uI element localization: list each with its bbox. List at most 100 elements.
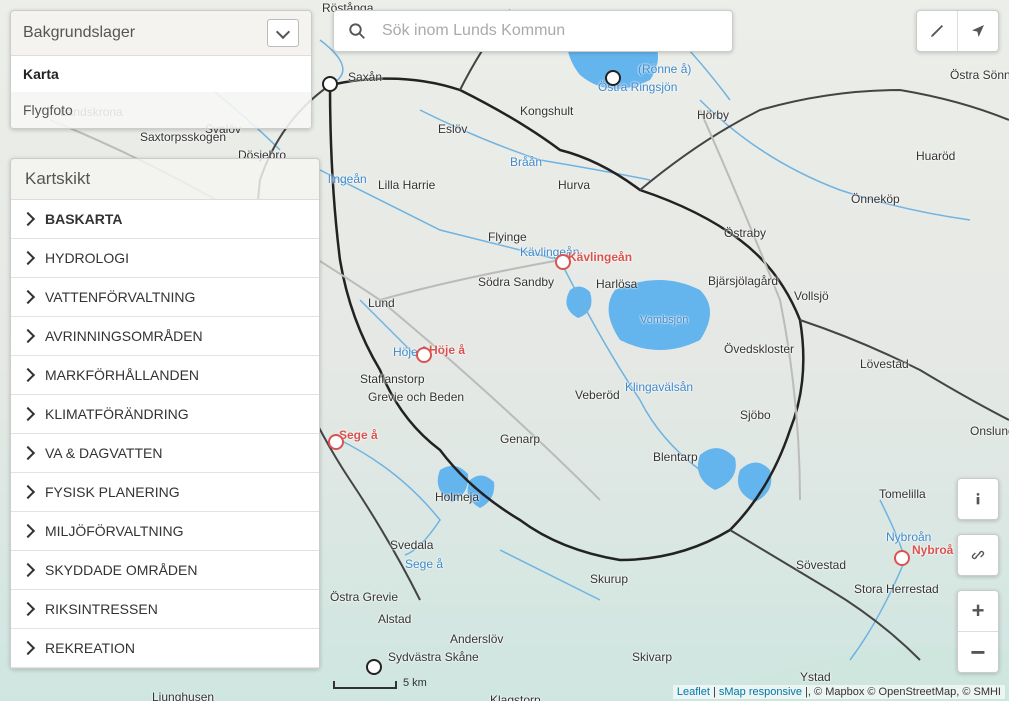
map-label: Östra Sönnarslöv: [950, 68, 1009, 82]
map-label: Eslöv: [438, 122, 467, 136]
attribution-rest: |, © Mapbox © OpenStreetMap, © SMHI: [805, 686, 1001, 698]
layer-label: MARKFÖRHÅLLANDEN: [45, 367, 199, 383]
layer-row[interactable]: KLIMATFÖRÄNDRING: [11, 395, 319, 434]
map-label: Östra Grevie: [330, 590, 398, 604]
edit-button[interactable]: [917, 11, 957, 51]
map-label: Kongshult: [520, 104, 573, 118]
map-label: Ystad: [800, 670, 831, 684]
map-label: Blentarp: [653, 450, 698, 464]
map-label: Veberöd: [575, 388, 620, 402]
map-label: Övedskloster: [724, 342, 794, 356]
background-option-karta[interactable]: Karta: [11, 56, 311, 92]
search-icon: [348, 22, 366, 40]
map-label: Östraby: [724, 226, 766, 240]
info-icon: [970, 491, 986, 507]
map-marker[interactable]: [555, 254, 571, 270]
background-layers-title: Bakgrundslager: [23, 24, 135, 42]
search-input[interactable]: [380, 21, 718, 41]
map-marker[interactable]: [416, 347, 432, 363]
chevron-down-icon: [276, 24, 290, 38]
layer-row[interactable]: FYSISK PLANERING: [11, 473, 319, 512]
map-label: Sege å: [339, 428, 378, 442]
map-marker[interactable]: [328, 434, 344, 450]
map-label: Klagstorp: [490, 693, 541, 701]
map-label: Huaröd: [916, 149, 955, 163]
map-label: Staffanstorp: [360, 372, 425, 386]
map-label: Grevie och Beden: [368, 390, 464, 404]
map-marker[interactable]: [894, 550, 910, 566]
map-label: Södra Sandby: [478, 275, 554, 289]
background-layers-options: KartaFlygfoto: [11, 56, 311, 128]
map-label: Sövestad: [796, 558, 846, 572]
layer-label: MILJÖFÖRVALTNING: [45, 523, 183, 539]
info-button[interactable]: [958, 479, 998, 519]
chevron-right-icon: [21, 368, 35, 382]
map-label: lingeån: [328, 172, 367, 186]
zoom-toolbox: + −: [957, 590, 999, 673]
map-layers-header: Kartskikt: [11, 159, 319, 200]
map-label: Sjöbo: [740, 408, 771, 422]
map-label: Bjärsjölagård: [708, 274, 778, 288]
chevron-right-icon: [21, 602, 35, 616]
map-label: Sege å: [405, 557, 443, 571]
top-toolbox: [916, 10, 999, 52]
chevron-right-icon: [21, 563, 35, 577]
layer-label: SKYDDADE OMRÅDEN: [45, 562, 197, 578]
background-layers-panel: Bakgrundslager KartaFlygfoto: [10, 10, 312, 129]
map-layers-panel: Kartskikt BASKARTA HYDROLOGI VATTENFÖRVALT…: [10, 158, 320, 669]
layer-row[interactable]: SKYDDADE OMRÅDEN: [11, 551, 319, 590]
attribution-leaflet-link[interactable]: Leaflet: [677, 686, 710, 698]
map-label: Nybroån: [886, 530, 931, 544]
layer-label: REKREATION: [45, 640, 135, 656]
map-label: Kävlingeån: [568, 250, 632, 264]
map-layers-title: Kartskikt: [25, 169, 90, 189]
background-option-flygfoto[interactable]: Flygfoto: [11, 92, 311, 128]
chevron-right-icon: [21, 446, 35, 460]
layer-label: HYDROLOGI: [45, 250, 129, 266]
map-label: Anderslöv: [450, 632, 503, 646]
link-button[interactable]: [958, 535, 998, 575]
map-label: Svedala: [390, 538, 433, 552]
map-label: Tomelilla: [879, 487, 926, 501]
layer-row[interactable]: AVRINNINGSOMRÅDEN: [11, 317, 319, 356]
chevron-right-icon: [21, 485, 35, 499]
map-label: Lövestad: [860, 357, 909, 371]
layer-row[interactable]: MARKFÖRHÅLLANDEN: [11, 356, 319, 395]
info-toolbox: [957, 478, 999, 520]
zoom-out-button[interactable]: −: [958, 631, 998, 672]
layer-label: RIKSINTRESSEN: [45, 601, 158, 617]
location-arrow-icon: [970, 23, 986, 39]
chevron-right-icon: [21, 329, 35, 343]
pencil-icon: [929, 23, 945, 39]
layer-row[interactable]: VA & DAGVATTEN: [11, 434, 319, 473]
layer-label: KLIMATFÖRÄNDRING: [45, 406, 189, 422]
locate-button[interactable]: [957, 11, 998, 51]
background-layers-toggle[interactable]: [267, 19, 299, 47]
map-layers-list: BASKARTA HYDROLOGI VATTENFÖRVALTNING AVRINN…: [11, 200, 319, 668]
map-label: Lilla Harrie: [378, 178, 435, 192]
layer-row[interactable]: VATTENFÖRVALTNING: [11, 278, 319, 317]
chevron-right-icon: [21, 290, 35, 304]
map-label: Klingavälsån: [625, 380, 693, 394]
layer-label: AVRINNINGSOMRÅDEN: [45, 328, 203, 344]
layer-row[interactable]: MILJÖFÖRVALTNING: [11, 512, 319, 551]
layer-row[interactable]: BASKARTA: [11, 200, 319, 239]
map-label: Vollsjö: [794, 289, 829, 303]
layer-label: VATTENFÖRVALTNING: [45, 289, 195, 305]
map-label: Höje å: [429, 343, 465, 357]
map-label: Alstad: [378, 612, 411, 626]
chevron-right-icon: [21, 251, 35, 265]
layer-row[interactable]: RIKSINTRESSEN: [11, 590, 319, 629]
map-marker[interactable]: [322, 76, 338, 92]
layer-label: VA & DAGVATTEN: [45, 445, 162, 461]
zoom-in-button[interactable]: +: [958, 591, 998, 631]
layer-row[interactable]: REKREATION: [11, 629, 319, 668]
attribution-smap-link[interactable]: sMap responsive: [719, 686, 802, 698]
map-label: Sydvästra Skåne: [388, 650, 479, 664]
map-label: (Rönne å): [638, 62, 691, 76]
background-layers-header: Bakgrundslager: [11, 11, 311, 56]
chevron-right-icon: [21, 407, 35, 421]
map-marker[interactable]: [605, 70, 621, 86]
map-marker[interactable]: [366, 659, 382, 675]
layer-row[interactable]: HYDROLOGI: [11, 239, 319, 278]
